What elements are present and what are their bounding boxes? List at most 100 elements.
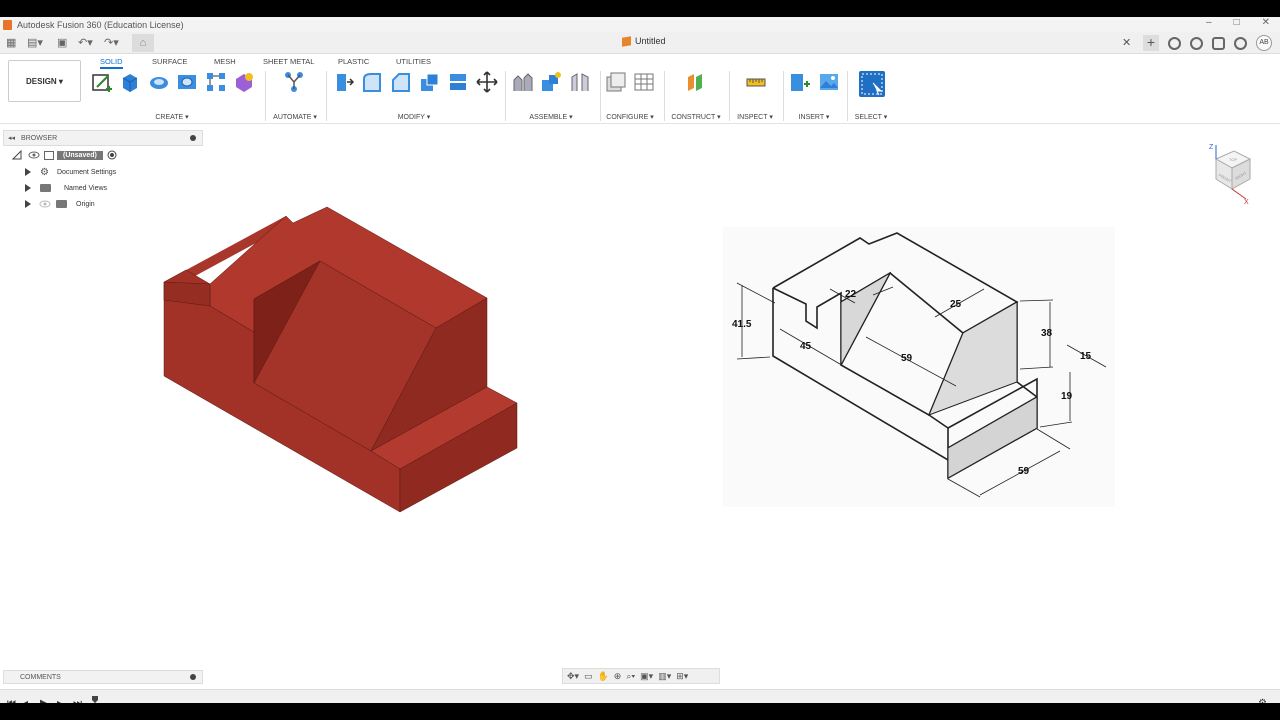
workspace-switcher-button[interactable]: DESIGN ▾: [8, 60, 81, 102]
expand-triangle-icon[interactable]: [25, 168, 31, 176]
minimize-button[interactable]: –: [1206, 17, 1212, 28]
browser-item-label: Document Settings: [56, 168, 117, 176]
dimension-label: 59: [1018, 466, 1030, 477]
step-forward-icon[interactable]: ▸: [57, 698, 62, 703]
display-settings-icon[interactable]: ▣▾: [640, 671, 653, 682]
undo-icon[interactable]: ↶▾: [78, 36, 93, 49]
hole-icon[interactable]: [176, 71, 198, 93]
job-status-icon[interactable]: [1190, 36, 1203, 50]
browser-pin-icon[interactable]: [190, 135, 196, 141]
configuration-table-icon[interactable]: [633, 71, 655, 93]
automate-group-label[interactable]: AUTOMATE ▾: [273, 113, 317, 121]
close-tab-icon[interactable]: ✕: [1122, 36, 1131, 49]
dimension-label: 22: [845, 289, 857, 300]
new-component-icon[interactable]: [512, 71, 534, 93]
new-tab-plus-icon[interactable]: +: [1143, 35, 1159, 51]
ribbon-separator: [729, 71, 730, 121]
folder-icon: [56, 200, 67, 208]
inspect-group-label[interactable]: INSPECT ▾: [737, 113, 773, 121]
offset-plane-icon[interactable]: [685, 71, 707, 93]
hidden-eye-icon[interactable]: [39, 199, 51, 209]
tab-solid[interactable]: SOLID: [100, 57, 123, 69]
modify-group-label[interactable]: MODIFY ▾: [398, 113, 431, 121]
comments-pin-icon[interactable]: [190, 674, 196, 680]
create-group-label[interactable]: CREATE ▾: [155, 113, 188, 121]
create-sketch-icon[interactable]: [91, 71, 113, 93]
chamfer-icon[interactable]: [390, 71, 412, 93]
tab-surface[interactable]: SURFACE: [152, 57, 187, 66]
viewcube-top-face[interactable]: TOP: [1229, 157, 1237, 162]
zoom-window-icon[interactable]: ⌕▾: [626, 671, 635, 682]
comments-panel-header[interactable]: COMMENTS: [3, 670, 203, 684]
x-axis-label: X: [1244, 199, 1249, 205]
select-icon[interactable]: [859, 71, 885, 97]
rectangular-pattern-icon[interactable]: [205, 71, 227, 93]
component-icon: [44, 150, 54, 160]
data-panel-grid-icon[interactable]: ▦: [6, 36, 16, 49]
canvas-image-icon[interactable]: [818, 71, 840, 93]
insert-group-label[interactable]: INSERT ▾: [799, 113, 830, 121]
shell-icon[interactable]: [418, 71, 440, 93]
insert-derive-icon[interactable]: [789, 71, 811, 93]
measure-icon[interactable]: [745, 71, 767, 93]
assemble-group-label[interactable]: ASSEMBLE ▾: [529, 113, 572, 121]
user-avatar[interactable]: AB: [1256, 35, 1272, 51]
browser-root-row[interactable]: (Unsaved): [12, 148, 117, 162]
browser-item-named-views[interactable]: Named Views: [25, 181, 107, 195]
window-title: Autodesk Fusion 360 (Education License): [17, 19, 184, 30]
close-window-button[interactable]: ✕: [1262, 17, 1270, 28]
zoom-icon[interactable]: ⊕: [614, 671, 622, 682]
form-icon[interactable]: [233, 71, 255, 93]
timeline-bar: ⏮ ◂ ▶ ▸ ⏭ ⚙: [0, 689, 1280, 703]
browser-item-document-settings[interactable]: ⚙ Document Settings: [25, 165, 116, 179]
extrude-icon[interactable]: [119, 71, 141, 93]
configure-icon[interactable]: [605, 71, 627, 93]
fillet-icon[interactable]: [361, 71, 383, 93]
help-icon[interactable]: [1234, 36, 1247, 50]
expand-triangle-icon[interactable]: [25, 184, 31, 192]
pan-hand-icon[interactable]: ✋: [598, 671, 609, 682]
expand-triangle-icon[interactable]: [25, 200, 31, 208]
timeline-marker[interactable]: [92, 696, 98, 703]
grid-settings-icon[interactable]: ▥▾: [658, 671, 671, 682]
viewcube[interactable]: Z X TOP FRONT RIGHT: [1206, 143, 1258, 205]
home-icon[interactable]: ⌂: [132, 34, 154, 52]
browser-item-origin[interactable]: Origin: [25, 197, 95, 211]
tab-utilities[interactable]: UTILITIES: [396, 57, 431, 66]
quick-access-bar: ▦ ▤▾ ▣ ↶▾ ↷▾ ⌂ Untitled ✕ + AB: [0, 32, 1280, 54]
as-built-joint-icon[interactable]: [569, 71, 591, 93]
go-to-start-icon[interactable]: ⏮: [7, 698, 16, 703]
notifications-bell-icon[interactable]: [1212, 36, 1225, 50]
tab-sheet-metal[interactable]: SHEET METAL: [263, 57, 314, 66]
step-back-icon[interactable]: ◂: [23, 698, 28, 703]
document-tab[interactable]: Untitled: [622, 35, 666, 47]
press-pull-icon[interactable]: [333, 71, 355, 93]
activate-radio-icon[interactable]: [107, 150, 117, 160]
revolve-icon[interactable]: [148, 71, 170, 93]
visibility-eye-icon[interactable]: [28, 150, 40, 160]
extensions-icon[interactable]: [1168, 36, 1181, 50]
automate-icon[interactable]: [283, 71, 305, 93]
look-at-icon[interactable]: ▭: [584, 671, 593, 682]
orbit-icon[interactable]: ✥▾: [567, 671, 579, 682]
play-icon[interactable]: ▶: [40, 698, 48, 703]
viewports-icon[interactable]: ⊞▾: [676, 671, 688, 682]
save-icon[interactable]: ▣: [57, 36, 67, 49]
browser-panel-header[interactable]: ◂◂ BROWSER: [3, 130, 203, 146]
expand-triangle-icon[interactable]: [12, 150, 22, 160]
joint-icon[interactable]: [540, 71, 562, 93]
maximize-button[interactable]: □: [1234, 17, 1240, 28]
split-body-icon[interactable]: [447, 71, 469, 93]
tab-mesh[interactable]: MESH: [214, 57, 236, 66]
dimension-label: 38: [1041, 328, 1053, 339]
go-to-end-icon[interactable]: ⏭: [73, 698, 82, 703]
construct-group-label[interactable]: CONSTRUCT ▾: [671, 113, 720, 121]
move-copy-icon[interactable]: [476, 71, 498, 93]
timeline-settings-gear-icon[interactable]: ⚙: [1258, 698, 1267, 703]
file-menu-icon[interactable]: ▤▾: [27, 36, 43, 49]
tab-plastic[interactable]: PLASTIC: [338, 57, 369, 66]
configure-group-label[interactable]: CONFIGURE ▾: [606, 113, 653, 121]
select-group-label[interactable]: SELECT ▾: [855, 113, 888, 121]
redo-icon[interactable]: ↷▾: [104, 36, 119, 49]
collapse-browser-icon[interactable]: ◂◂: [8, 134, 15, 142]
